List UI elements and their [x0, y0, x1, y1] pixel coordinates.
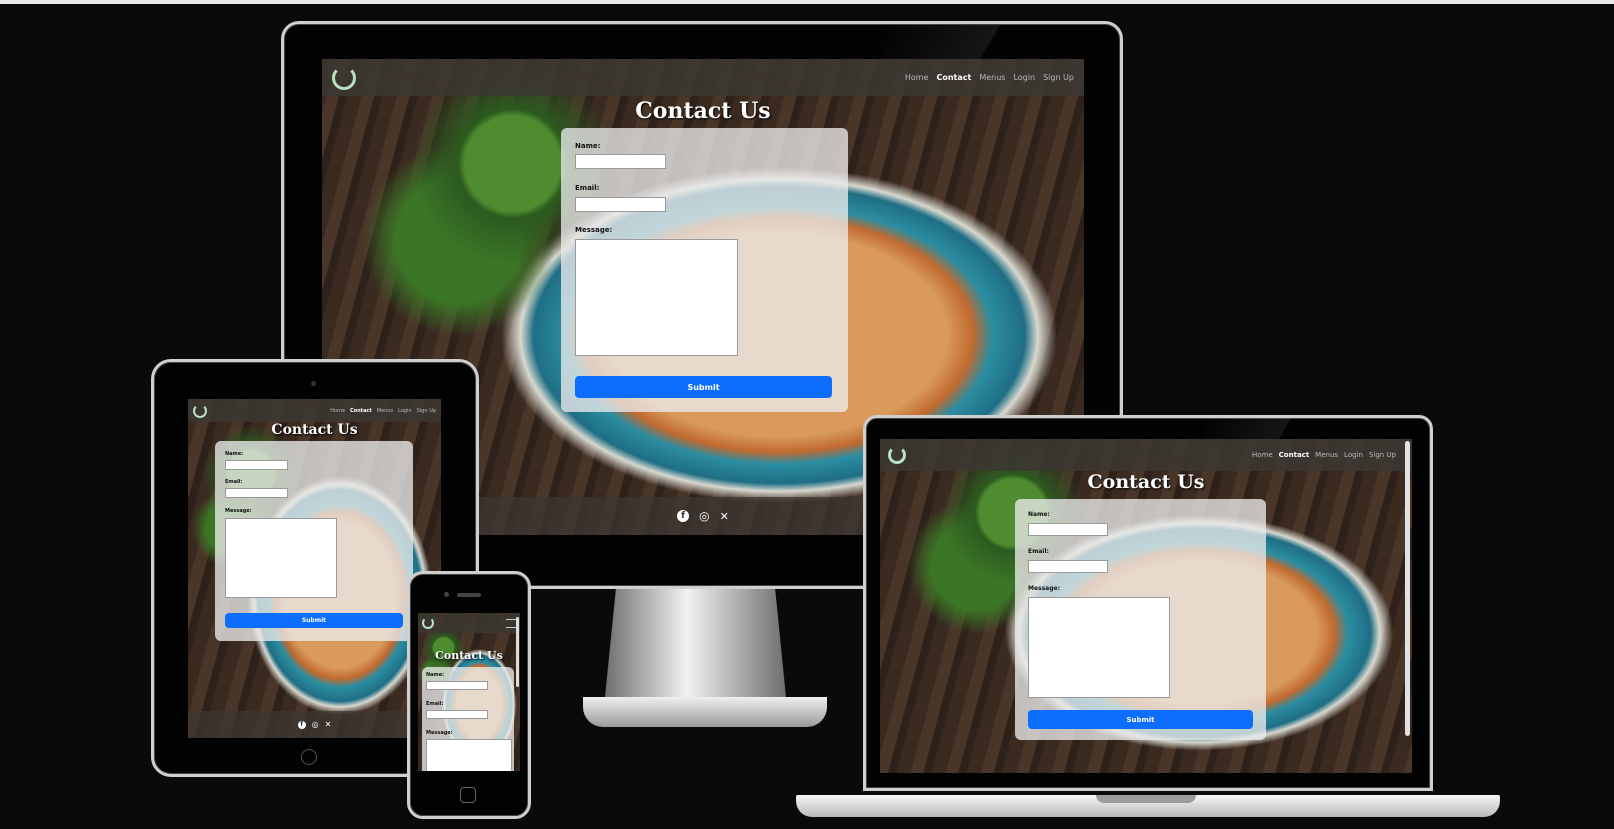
laptop-nav-links: Home Contact Menus Login Sign Up — [1252, 451, 1404, 459]
submit-button[interactable]: Submit — [225, 613, 403, 628]
nav-home[interactable]: Home — [905, 73, 929, 82]
nav-login[interactable]: Login — [1344, 451, 1363, 459]
message-label: Message: — [575, 226, 613, 234]
nav-contact[interactable]: Contact — [350, 408, 372, 414]
message-textarea[interactable] — [1028, 597, 1170, 698]
tablet-home-button[interactable] — [301, 749, 317, 765]
nav-home[interactable]: Home — [330, 408, 345, 414]
monitor-stand-neck — [605, 589, 786, 697]
phone-scrollbar[interactable] — [516, 617, 519, 687]
laptop-screen: Home Contact Menus Login Sign Up Contact… — [880, 439, 1412, 773]
name-input[interactable] — [575, 154, 666, 169]
laptop-notch — [1096, 795, 1196, 803]
phone-speaker — [457, 593, 481, 597]
page-title: Contact Us — [435, 649, 503, 662]
x-icon[interactable]: ✕ — [325, 720, 332, 729]
laptop-scrollbar[interactable] — [1405, 441, 1410, 736]
laptop-navbar: Home Contact Menus Login Sign Up — [880, 439, 1412, 471]
phone-screen: Contact Us Name: Email: Message: — [418, 613, 520, 771]
monitor-stand-base — [583, 697, 827, 727]
laptop-mockup: Home Contact Menus Login Sign Up Contact… — [863, 415, 1433, 793]
hamburger-menu-icon[interactable] — [506, 618, 516, 628]
contact-form: Name: Email: Message: Submit — [1015, 499, 1266, 740]
nav-menus[interactable]: Menus — [377, 408, 393, 414]
email-input[interactable] — [426, 710, 488, 719]
email-label: Email: — [1028, 548, 1049, 555]
email-label: Email: — [426, 701, 444, 707]
nav-menus[interactable]: Menus — [1315, 451, 1338, 459]
name-input[interactable] — [426, 681, 488, 690]
message-textarea[interactable] — [426, 739, 512, 771]
tablet-camera — [311, 381, 316, 386]
instagram-icon[interactable]: ◎ — [699, 509, 709, 523]
email-input[interactable] — [575, 197, 666, 212]
message-textarea[interactable] — [575, 239, 738, 356]
nav-signup[interactable]: Sign Up — [417, 408, 436, 414]
email-input[interactable] — [1028, 560, 1108, 573]
logo-icon[interactable] — [193, 403, 207, 418]
nav-login[interactable]: Login — [398, 408, 412, 414]
email-input[interactable] — [225, 488, 288, 498]
name-label: Name: — [225, 451, 244, 457]
nav-menus[interactable]: Menus — [979, 73, 1005, 82]
instagram-icon[interactable]: ◎ — [312, 720, 319, 729]
desktop-nav-links: Home Contact Menus Login Sign Up — [905, 73, 1074, 82]
nav-signup[interactable]: Sign Up — [1043, 73, 1074, 82]
name-label: Name: — [575, 142, 601, 150]
logo-icon[interactable] — [332, 65, 356, 90]
message-textarea[interactable] — [225, 518, 337, 598]
tablet-footer: f ◎ ✕ — [188, 711, 441, 738]
message-label: Message: — [426, 730, 453, 736]
logo-icon[interactable] — [888, 446, 906, 464]
contact-form: Name: Email: Message: — [422, 667, 514, 771]
tablet-navbar: Home Contact Menus Login Sign Up — [188, 399, 441, 422]
phone-home-button[interactable] — [460, 787, 476, 803]
message-label: Message: — [225, 508, 252, 514]
phone-navbar — [418, 613, 520, 633]
page-title: Contact Us — [271, 422, 358, 438]
email-label: Email: — [575, 184, 600, 192]
name-input[interactable] — [225, 460, 288, 470]
contact-form: Name: Email: Message: Submit — [561, 128, 848, 412]
page-title: Contact Us — [635, 98, 771, 124]
name-input[interactable] — [1028, 523, 1108, 536]
facebook-icon[interactable]: f — [297, 720, 306, 729]
name-label: Name: — [1028, 511, 1050, 518]
phone-mockup: Contact Us Name: Email: Message: — [407, 571, 531, 819]
logo-icon[interactable] — [422, 617, 434, 629]
x-icon[interactable]: ✕ — [720, 510, 729, 523]
page-title: Contact Us — [1087, 471, 1205, 493]
nav-signup[interactable]: Sign Up — [1369, 451, 1396, 459]
phone-camera — [444, 592, 449, 597]
nav-home[interactable]: Home — [1252, 451, 1273, 459]
contact-form: Name: Email: Message: Submit — [215, 441, 413, 641]
nav-contact[interactable]: Contact — [936, 73, 971, 82]
tablet-nav-links: Home Contact Menus Login Sign Up — [330, 408, 436, 414]
submit-button[interactable]: Submit — [1028, 710, 1253, 729]
facebook-icon[interactable]: f — [677, 510, 690, 522]
email-label: Email: — [225, 479, 243, 485]
top-edge-strip — [0, 0, 1614, 4]
tablet-screen: Home Contact Menus Login Sign Up Contact… — [188, 399, 441, 738]
name-label: Name: — [426, 672, 445, 678]
submit-button[interactable]: Submit — [575, 376, 832, 398]
nav-contact[interactable]: Contact — [1279, 451, 1310, 459]
nav-login[interactable]: Login — [1013, 73, 1035, 82]
message-label: Message: — [1028, 585, 1060, 592]
desktop-navbar: Home Contact Menus Login Sign Up — [322, 59, 1084, 96]
